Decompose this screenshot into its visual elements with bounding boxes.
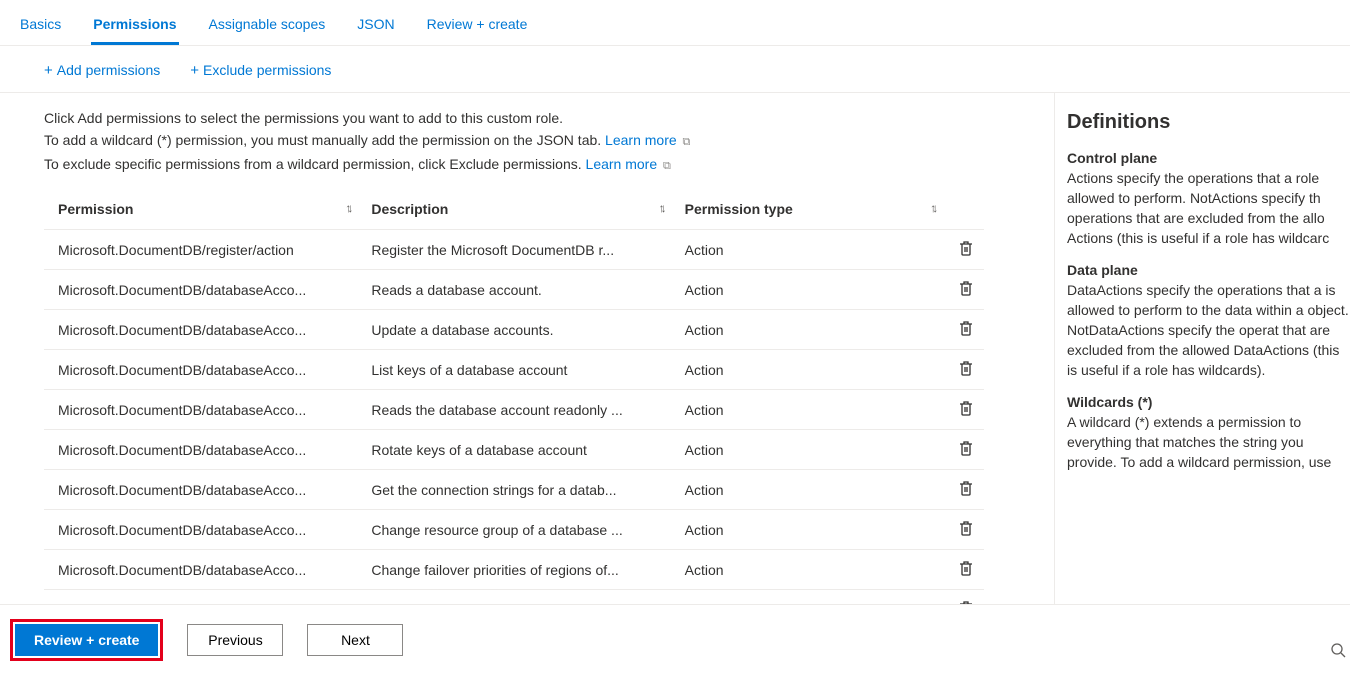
col-permission-type[interactable]: Permission type↑↓ <box>671 191 943 230</box>
delete-icon[interactable] <box>959 280 973 296</box>
definition-text: A wildcard (*) extends a permission to e… <box>1067 412 1350 472</box>
cell-type: Action <box>671 230 943 270</box>
delete-icon[interactable] <box>959 480 973 496</box>
cell-type: Action <box>671 550 943 590</box>
tab-assignable-scopes[interactable]: Assignable scopes <box>207 8 328 45</box>
cell-type: Action <box>671 510 943 550</box>
delete-icon[interactable] <box>959 520 973 536</box>
definitions-title: Definitions <box>1067 111 1350 134</box>
definition-heading: Wildcards (*) <box>1067 394 1350 410</box>
delete-icon[interactable] <box>959 560 973 576</box>
definition-heading: Control plane <box>1067 150 1350 166</box>
col-description[interactable]: Description↑↓ <box>357 191 670 230</box>
cell-description: Update a database accounts. <box>357 310 670 350</box>
exclude-permissions-button[interactable]: + Exclude permissions <box>190 62 331 78</box>
cell-permission: Microsoft.DocumentDB/databaseAcco... <box>44 470 357 510</box>
exclude-permissions-label: Exclude permissions <box>203 62 331 78</box>
tab-review-create[interactable]: Review + create <box>425 8 530 45</box>
cell-type: Action <box>671 470 943 510</box>
tab-basics[interactable]: Basics <box>18 8 63 45</box>
cell-description: Reads the database account readonly ... <box>357 390 670 430</box>
col-permission[interactable]: Permission↑↓ <box>44 191 357 230</box>
cell-permission: Microsoft.DocumentDB/databaseAcco... <box>44 390 357 430</box>
table-row: Microsoft.DocumentDB/databaseAcco...Get … <box>44 470 984 510</box>
cell-description: Reads a database account. <box>357 270 670 310</box>
table-row: Microsoft.DocumentDB/databaseAcco...Chan… <box>44 510 984 550</box>
cell-permission: Microsoft.DocumentDB/databaseAcco... <box>44 310 357 350</box>
intro-line3: To exclude specific permissions from a w… <box>44 156 586 172</box>
cell-permission: Microsoft.DocumentDB/databaseAcco... <box>44 270 357 310</box>
highlight-box: Review + create <box>10 619 163 661</box>
intro-line1: Click Add permissions to select the perm… <box>44 107 1044 129</box>
cell-type: Action <box>671 430 943 470</box>
learn-more-link[interactable]: Learn more ⧉ <box>586 156 671 172</box>
cell-permission: Microsoft.DocumentDB/databaseAcco... <box>44 430 357 470</box>
cell-type: Action <box>671 390 943 430</box>
permissions-table: Permission↑↓ Description↑↓ Permission ty… <box>44 191 984 630</box>
table-row: Microsoft.DocumentDB/databaseAcco...Read… <box>44 390 984 430</box>
cell-type: Action <box>671 270 943 310</box>
tab-json[interactable]: JSON <box>355 8 396 45</box>
plus-icon: + <box>190 63 199 78</box>
tabs-bar: Basics Permissions Assignable scopes JSON Re… <box>0 0 1350 46</box>
cell-description: Get the connection strings for a datab..… <box>357 470 670 510</box>
actions-row: + Add permissions + Exclude permissions <box>0 46 1350 92</box>
delete-icon[interactable] <box>959 240 973 256</box>
search-icon[interactable] <box>1330 642 1346 663</box>
plus-icon: + <box>44 63 53 78</box>
footer-bar: Review + create Previous Next <box>0 604 1350 675</box>
intro-line2: To add a wildcard (*) permission, you mu… <box>44 132 605 148</box>
definition-text: Actions specify the operations that a ro… <box>1067 168 1350 248</box>
definition-text: DataActions specify the operations that … <box>1067 280 1350 380</box>
table-row: Microsoft.DocumentDB/databaseAcco...Rota… <box>44 430 984 470</box>
cell-permission: Microsoft.DocumentDB/databaseAcco... <box>44 350 357 390</box>
external-link-icon: ⧉ <box>663 160 671 172</box>
table-row: Microsoft.DocumentDB/databaseAcco...Upda… <box>44 310 984 350</box>
external-link-icon: ⧉ <box>683 136 691 148</box>
intro-text: Click Add permissions to select the perm… <box>44 107 1044 177</box>
delete-icon[interactable] <box>959 320 973 336</box>
delete-icon[interactable] <box>959 400 973 416</box>
tab-permissions[interactable]: Permissions <box>91 8 178 45</box>
cell-type: Action <box>671 310 943 350</box>
add-permissions-label: Add permissions <box>57 62 161 78</box>
definition-heading: Data plane <box>1067 262 1350 278</box>
table-row: Microsoft.DocumentDB/databaseAcco...Read… <box>44 270 984 310</box>
table-row: Microsoft.DocumentDB/databaseAcco...Chan… <box>44 550 984 590</box>
cell-description: Change failover priorities of regions of… <box>357 550 670 590</box>
sort-icon[interactable]: ↑↓ <box>659 201 663 215</box>
cell-type: Action <box>671 350 943 390</box>
delete-icon[interactable] <box>959 440 973 456</box>
cell-description: Change resource group of a database ... <box>357 510 670 550</box>
review-create-button[interactable]: Review + create <box>15 624 158 656</box>
sort-icon[interactable]: ↑↓ <box>930 201 934 215</box>
table-row: Microsoft.DocumentDB/register/actionRegi… <box>44 230 984 270</box>
previous-button[interactable]: Previous <box>187 624 283 656</box>
sort-icon[interactable]: ↑↓ <box>345 201 349 215</box>
delete-icon[interactable] <box>959 360 973 376</box>
cell-permission: Microsoft.DocumentDB/databaseAcco... <box>44 510 357 550</box>
definitions-panel: Definitions Control plane Actions specify… <box>1054 93 1350 633</box>
add-permissions-button[interactable]: + Add permissions <box>44 62 160 78</box>
learn-more-link[interactable]: Learn more ⧉ <box>605 132 690 148</box>
next-button[interactable]: Next <box>307 624 403 656</box>
cell-permission: Microsoft.DocumentDB/databaseAcco... <box>44 550 357 590</box>
cell-description: Rotate keys of a database account <box>357 430 670 470</box>
cell-permission: Microsoft.DocumentDB/register/action <box>44 230 357 270</box>
cell-description: Register the Microsoft DocumentDB r... <box>357 230 670 270</box>
cell-description: List keys of a database account <box>357 350 670 390</box>
table-row: Microsoft.DocumentDB/databaseAcco...List… <box>44 350 984 390</box>
